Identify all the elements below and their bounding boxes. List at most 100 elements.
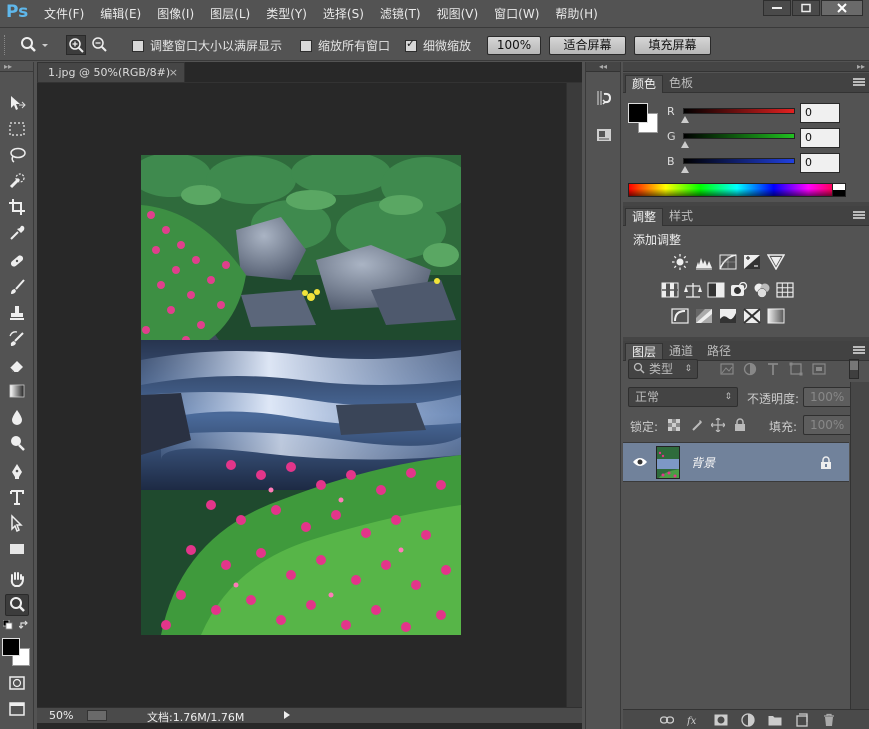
levels-icon[interactable]	[695, 254, 713, 270]
blur-tool[interactable]	[5, 406, 29, 428]
properties-panel-button[interactable]	[592, 124, 616, 146]
layers-list-empty-area[interactable]	[623, 483, 849, 709]
default-colors-icon[interactable]	[3, 620, 13, 630]
menu-layer[interactable]: 图层(L)	[210, 5, 250, 22]
menu-filter[interactable]: 滤镜(T)	[380, 5, 421, 22]
history-panel-button[interactable]	[592, 87, 616, 109]
brightness-contrast-icon[interactable]	[671, 254, 689, 270]
channel-b-thumb[interactable]	[681, 166, 689, 173]
new-group-icon[interactable]	[768, 713, 782, 727]
layers-scrollbar[interactable]	[850, 382, 869, 709]
adjustments-panel-menu-icon[interactable]	[853, 211, 865, 221]
screen-mode-button[interactable]	[5, 698, 29, 720]
link-layers-icon[interactable]	[660, 713, 674, 727]
foreground-color-swatch[interactable]	[2, 638, 20, 656]
close-button[interactable]	[821, 0, 863, 16]
move-tool[interactable]	[5, 92, 29, 114]
color-spectrum-ramp[interactable]	[628, 183, 846, 197]
menu-image[interactable]: 图像(I)	[157, 5, 194, 22]
eyedropper-tool[interactable]	[5, 222, 29, 244]
zoom-out-button[interactable]	[90, 35, 110, 55]
black-white-icon[interactable]	[707, 282, 725, 298]
filter-toggle-switch[interactable]	[849, 359, 859, 379]
rectangle-tool[interactable]	[5, 538, 29, 560]
menu-view[interactable]: 视图(V)	[437, 5, 479, 22]
filter-pixel-icon[interactable]	[720, 362, 734, 376]
document-close-button[interactable]: ×	[169, 63, 178, 82]
layer-style-fx-icon[interactable]: fx	[687, 713, 701, 727]
fit-screen-button[interactable]: 适合屏幕	[549, 36, 626, 55]
color-balance-icon[interactable]	[684, 282, 702, 298]
gradient-map-icon[interactable]	[767, 308, 785, 324]
menu-window[interactable]: 窗口(W)	[494, 5, 539, 22]
pen-tool[interactable]	[5, 460, 29, 482]
canvas-area[interactable]	[37, 83, 566, 707]
filter-adjustment-icon[interactable]	[743, 362, 757, 376]
color-lookup-icon[interactable]	[776, 282, 794, 298]
filter-shape-icon[interactable]	[789, 362, 803, 376]
menu-file[interactable]: 文件(F)	[44, 5, 84, 22]
swap-colors-icon[interactable]	[19, 620, 31, 630]
status-menu-arrow-icon[interactable]	[283, 710, 291, 720]
tab-styles[interactable]: 样式	[663, 208, 699, 226]
channel-r-value[interactable]: 0	[800, 103, 840, 123]
lock-all-icon[interactable]	[734, 418, 746, 432]
black-white-ramp[interactable]	[832, 183, 846, 197]
channel-b-value[interactable]: 0	[800, 153, 840, 173]
invert-icon[interactable]	[671, 308, 689, 324]
zoom-all-checkbox[interactable]	[300, 39, 312, 52]
scrubby-zoom-checkbox[interactable]	[405, 37, 417, 52]
add-mask-icon[interactable]	[714, 713, 728, 727]
zoom-all-option[interactable]: 缩放所有窗口	[300, 37, 390, 54]
history-brush-tool[interactable]	[5, 328, 29, 350]
photo-filter-icon[interactable]	[730, 282, 748, 298]
filter-smart-object-icon[interactable]	[812, 362, 826, 376]
lasso-tool[interactable]	[5, 144, 29, 166]
new-layer-icon[interactable]	[795, 713, 809, 727]
minimize-button[interactable]	[763, 0, 791, 16]
crop-tool[interactable]	[5, 196, 29, 218]
menu-edit[interactable]: 编辑(E)	[100, 5, 141, 22]
menu-help[interactable]: 帮助(H)	[555, 5, 597, 22]
maximize-button[interactable]	[792, 0, 820, 16]
healing-brush-tool[interactable]	[5, 250, 29, 272]
resize-windows-checkbox[interactable]	[132, 39, 144, 52]
zoom-tool-preset-button[interactable]	[18, 35, 48, 55]
channel-g-value[interactable]: 0	[800, 128, 840, 148]
channel-mixer-icon[interactable]	[753, 282, 771, 298]
posterize-icon[interactable]	[695, 308, 713, 324]
tab-color[interactable]: 颜色	[625, 75, 664, 93]
channel-g-thumb[interactable]	[681, 141, 689, 148]
tab-paths[interactable]: 路径	[701, 343, 737, 361]
actual-pixels-button[interactable]: 100%	[487, 36, 541, 55]
quick-selection-tool[interactable]	[5, 170, 29, 192]
document-tab[interactable]: 1.jpg @ 50%(RGB/8#) ×	[37, 62, 185, 82]
color-panel-grip[interactable]: ▸▸	[623, 62, 869, 72]
eraser-tool[interactable]	[5, 354, 29, 376]
tab-adjustments[interactable]: 调整	[625, 208, 664, 226]
quick-mask-button[interactable]	[5, 672, 29, 694]
selective-color-icon[interactable]	[743, 308, 761, 324]
channel-r-thumb[interactable]	[681, 116, 689, 123]
tab-swatches[interactable]: 色板	[663, 75, 699, 93]
clone-stamp-tool[interactable]	[5, 302, 29, 324]
zoom-tool[interactable]	[5, 594, 29, 616]
delete-layer-icon[interactable]	[822, 713, 836, 727]
channel-g-slider[interactable]	[683, 133, 795, 139]
document-image[interactable]	[141, 155, 461, 635]
blend-mode-select[interactable]: 正常 ⇕	[628, 387, 738, 407]
exposure-icon[interactable]	[743, 254, 761, 270]
color-panel-menu-icon[interactable]	[853, 78, 865, 88]
lock-transparent-pixels-icon[interactable]	[668, 419, 680, 431]
brush-tool[interactable]	[5, 276, 29, 298]
fill-screen-button[interactable]: 填充屏幕	[634, 36, 711, 55]
menu-type[interactable]: 类型(Y)	[266, 5, 307, 22]
gradient-tool[interactable]	[5, 380, 29, 402]
channel-r-slider[interactable]	[683, 108, 795, 114]
hand-tool[interactable]	[5, 568, 29, 590]
layers-panel-menu-icon[interactable]	[853, 346, 865, 356]
filter-type-icon[interactable]	[766, 362, 780, 376]
channel-b-slider[interactable]	[683, 158, 795, 164]
tools-panel-grip[interactable]: ▸▸	[0, 62, 33, 72]
curves-icon[interactable]	[719, 254, 737, 270]
